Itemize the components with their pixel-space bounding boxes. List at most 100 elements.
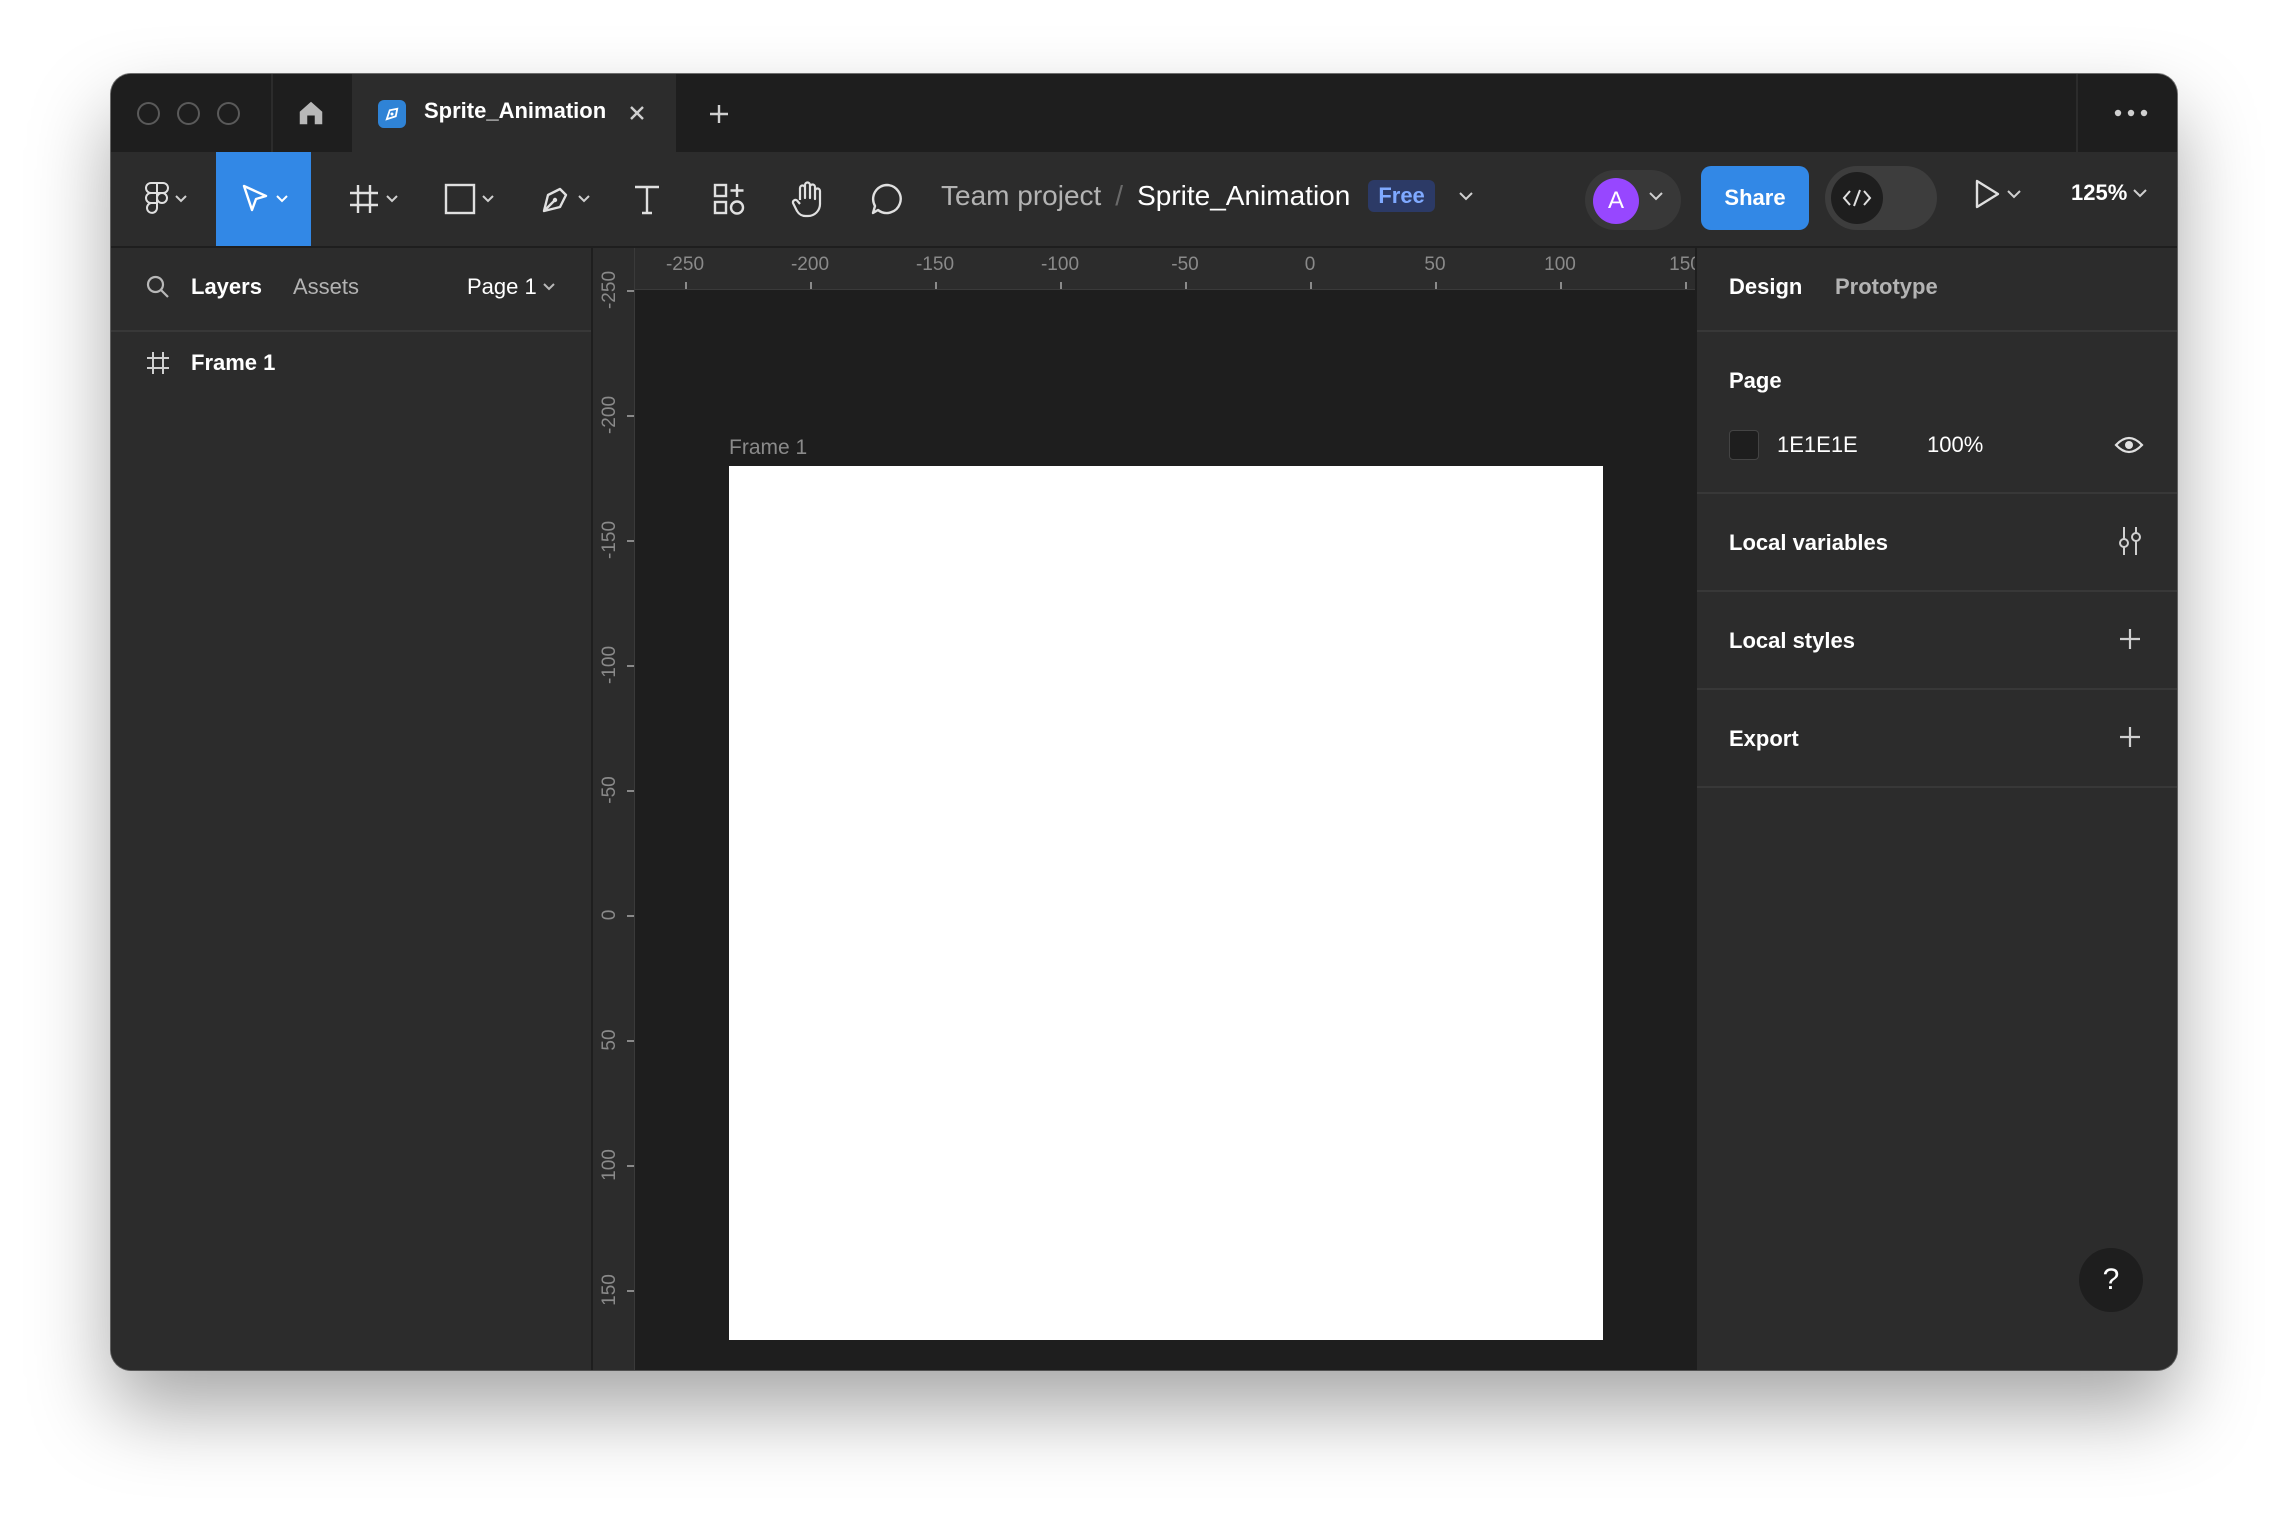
ruler-label: -150 bbox=[599, 520, 620, 560]
ruler-label: -250 bbox=[665, 254, 705, 275]
export-section: Export bbox=[1697, 690, 2177, 788]
ruler-tick bbox=[810, 282, 812, 289]
tab-design[interactable]: Design bbox=[1729, 274, 1802, 300]
ruler-label: 0 bbox=[1304, 254, 1316, 275]
tab-assets[interactable]: Assets bbox=[293, 274, 359, 300]
ruler-tick bbox=[685, 282, 687, 289]
tab-prototype[interactable]: Prototype bbox=[1835, 274, 1938, 300]
hand-tool[interactable] bbox=[777, 152, 837, 246]
comment-bubble-icon bbox=[871, 183, 902, 215]
tab-close-button[interactable] bbox=[622, 98, 652, 128]
local-variables-button[interactable] bbox=[2115, 526, 2145, 556]
move-tool[interactable] bbox=[216, 152, 311, 246]
canvas[interactable]: -250 -200 -150 -100 -50 0 50 100 150 -250 -200 -15… bbox=[593, 248, 1695, 1370]
frame-1[interactable] bbox=[729, 466, 1603, 1340]
page-color-swatch[interactable] bbox=[1729, 430, 1759, 460]
more-menu-button[interactable] bbox=[2111, 96, 2151, 130]
add-export-button[interactable] bbox=[2115, 722, 2145, 752]
chevron-down-icon bbox=[482, 195, 494, 203]
vertical-ruler: -250 -200 -150 -100 -50 0 50 100 150 bbox=[593, 248, 635, 1370]
zoom-level: 125% bbox=[2071, 180, 2128, 205]
ruler-label: 100 bbox=[599, 1149, 620, 1181]
ruler-tick bbox=[1185, 282, 1187, 289]
eye-icon bbox=[2114, 436, 2144, 454]
ruler-tick bbox=[627, 540, 634, 542]
ruler-tick bbox=[627, 415, 634, 417]
help-button[interactable]: ? bbox=[2079, 1248, 2143, 1312]
ruler-tick bbox=[1435, 282, 1437, 289]
layer-row[interactable]: Frame 1 bbox=[111, 332, 591, 396]
local-variables-title: Local variables bbox=[1729, 530, 1888, 555]
add-local-style-button[interactable] bbox=[2115, 624, 2145, 654]
window-minimize-control[interactable] bbox=[177, 102, 200, 125]
breadcrumb-team[interactable]: Team project bbox=[941, 180, 1101, 212]
ruler-label: -50 bbox=[1171, 254, 1199, 275]
tab-layers[interactable]: Layers bbox=[191, 274, 262, 300]
visibility-toggle[interactable] bbox=[2113, 430, 2145, 460]
horizontal-ruler: -250 -200 -150 -100 -50 0 50 100 150 bbox=[635, 248, 1695, 290]
ruler-tick bbox=[627, 1040, 634, 1042]
ruler-label: -150 bbox=[915, 254, 955, 275]
app-window: Sprite_Animation Team project / Sprite_A… bbox=[111, 74, 2177, 1370]
frame-tool[interactable] bbox=[333, 152, 413, 246]
ruler-tick bbox=[627, 915, 634, 917]
plan-badge[interactable]: Free bbox=[1368, 180, 1435, 212]
text-tool[interactable] bbox=[617, 152, 677, 246]
page-color-opacity[interactable]: 100% bbox=[1927, 432, 1983, 458]
shape-tool[interactable] bbox=[429, 152, 509, 246]
ruler-label: -250 bbox=[599, 270, 620, 310]
chevron-down-icon[interactable] bbox=[1459, 191, 1473, 201]
cursor-arrow-icon bbox=[242, 184, 267, 212]
pen-icon bbox=[542, 187, 568, 213]
breadcrumb-separator: / bbox=[1115, 180, 1124, 211]
page-section-title: Page bbox=[1729, 368, 1782, 393]
dev-mode-toggle[interactable] bbox=[1825, 166, 1937, 230]
breadcrumb: Team project / Sprite_Animation Free bbox=[941, 180, 1473, 212]
zoom-menu[interactable]: 125% bbox=[2071, 180, 2147, 206]
layers-panel: Layers Assets Page 1 Frame 1 bbox=[111, 248, 593, 1370]
ruler-label: 0 bbox=[599, 909, 620, 921]
multiplayer-avatars[interactable]: A bbox=[1585, 170, 1681, 230]
figma-file-icon bbox=[378, 100, 406, 128]
ruler-label: -100 bbox=[1040, 254, 1080, 275]
avatar[interactable]: A bbox=[1593, 178, 1639, 224]
ruler-label: 50 bbox=[1424, 254, 1446, 275]
chevron-down-icon bbox=[1649, 192, 1663, 201]
new-tab-button[interactable] bbox=[699, 94, 739, 134]
chevron-down-icon bbox=[2007, 189, 2021, 198]
ruler-label: 150 bbox=[599, 1274, 620, 1306]
titlebar-divider bbox=[271, 74, 273, 152]
page-section: Page 1E1E1E 100% bbox=[1697, 332, 2177, 494]
design-panel: Design Prototype Page 1E1E1E 100% Local … bbox=[1695, 248, 2177, 1370]
close-icon bbox=[630, 106, 644, 120]
page-color-hex[interactable]: 1E1E1E bbox=[1777, 432, 1858, 458]
ruler-tick bbox=[627, 1290, 634, 1292]
main-menu-button[interactable] bbox=[131, 152, 201, 246]
figma-logo-icon bbox=[145, 182, 169, 214]
play-icon bbox=[1975, 179, 2000, 209]
share-button[interactable]: Share bbox=[1701, 166, 1809, 230]
window-close-control[interactable] bbox=[137, 102, 160, 125]
export-title: Export bbox=[1729, 726, 1799, 751]
plus-icon bbox=[2120, 629, 2140, 649]
chevron-down-icon bbox=[578, 195, 590, 203]
present-button[interactable] bbox=[1973, 178, 2021, 210]
resources-tool[interactable] bbox=[699, 152, 759, 246]
local-styles-title: Local styles bbox=[1729, 628, 1855, 653]
ruler-label: 150 bbox=[1669, 254, 1695, 275]
page-selector[interactable]: Page 1 bbox=[467, 274, 555, 300]
chevron-down-icon bbox=[386, 195, 398, 203]
comment-tool[interactable] bbox=[857, 152, 917, 246]
breadcrumb-file-name[interactable]: Sprite_Animation bbox=[1137, 180, 1350, 212]
ruler-tick bbox=[1560, 282, 1562, 289]
frame-label[interactable]: Frame 1 bbox=[729, 436, 807, 460]
pen-tool[interactable] bbox=[525, 152, 605, 246]
ruler-label: -50 bbox=[599, 776, 620, 804]
more-horizontal-icon bbox=[2114, 109, 2148, 117]
home-button[interactable] bbox=[291, 93, 331, 133]
search-icon[interactable] bbox=[145, 274, 171, 300]
ruler-label: -200 bbox=[790, 254, 830, 275]
file-tab[interactable]: Sprite_Animation bbox=[352, 74, 676, 152]
window-zoom-control[interactable] bbox=[217, 102, 240, 125]
tab-title: Sprite_Animation bbox=[424, 98, 607, 123]
